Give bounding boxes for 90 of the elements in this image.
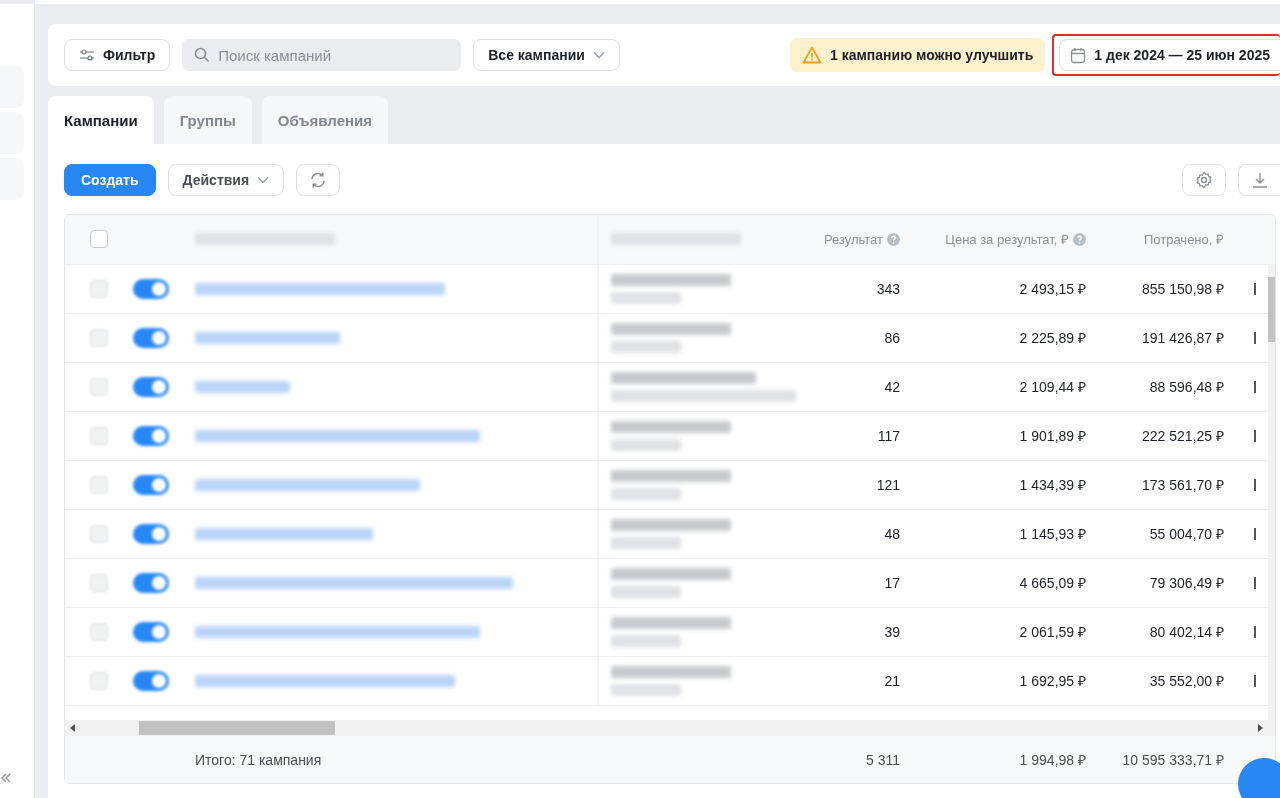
table-cell: 86 [884, 329, 900, 346]
blurred-text [611, 340, 681, 353]
blurred-link[interactable] [195, 527, 373, 540]
table-cell-text: 4 665,09 ₽ [1019, 574, 1086, 593]
table-cell-text: 1 434,39 ₽ [1019, 476, 1086, 495]
blurred-link[interactable] [195, 331, 340, 344]
caret-icon [592, 51, 605, 59]
blurred-text [611, 487, 681, 500]
tab[interactable]: Кампании [48, 96, 154, 144]
toggle-switch[interactable] [133, 278, 169, 299]
download-icon [1250, 171, 1269, 189]
total-value: 1 994,98 ₽ [1019, 751, 1086, 770]
help-icon[interactable] [1073, 232, 1086, 246]
blurred-text [611, 438, 681, 451]
actions-button[interactable]: Действия [167, 164, 285, 196]
table-cell-text: 855 150,98 ₽ [1142, 280, 1224, 299]
create-button[interactable]: Создать [64, 164, 156, 196]
table-cell: 21 [884, 672, 900, 689]
toggle-switch[interactable] [133, 670, 169, 691]
column-edge-mark [1254, 478, 1256, 491]
table-cell: 39 [884, 623, 900, 640]
toggle-switch[interactable] [133, 425, 169, 446]
blurred-link[interactable] [195, 282, 445, 295]
blurred-link[interactable] [195, 478, 420, 491]
total-value: 10 595 333,71 ₽ [1122, 751, 1224, 770]
refresh-button[interactable] [296, 164, 341, 196]
table-cell-text: 2 225,89 ₽ [1019, 329, 1086, 348]
table-cell-text: 2 493,15 ₽ [1019, 280, 1086, 299]
blurred-text [611, 291, 681, 304]
download-button[interactable] [1238, 164, 1280, 196]
collapse-icon[interactable] [0, 772, 12, 784]
column-edge-mark [1254, 674, 1256, 687]
toggle-switch[interactable] [133, 572, 169, 593]
date-range-button[interactable]: 1 дек 2024 — 25 июн 2025 [1059, 39, 1280, 71]
calendar-icon [1070, 46, 1087, 64]
vertical-scrollbar[interactable] [1268, 264, 1275, 721]
table-cell-text: 173 561,70 ₽ [1142, 476, 1224, 495]
blurred-link[interactable] [195, 429, 480, 442]
toggle-switch[interactable] [133, 327, 169, 348]
blurred-text [611, 536, 681, 549]
table-cell-text: 79 306,49 ₽ [1149, 574, 1224, 593]
select-all-checkbox[interactable] [90, 230, 108, 249]
table-cell-text: 55 004,70 ₽ [1149, 525, 1224, 544]
table-cell-text: 88 596,48 ₽ [1149, 378, 1224, 397]
table-cell-text: 191 426,87 ₽ [1142, 329, 1224, 348]
table-cell-text: 1 145,93 ₽ [1019, 525, 1086, 544]
blurred-link[interactable] [195, 576, 513, 589]
table-cell-text: 80 402,14 ₽ [1149, 623, 1224, 642]
caret-icon [257, 176, 270, 184]
improvement-notice[interactable]: 1 кампанию можно улучшить [790, 38, 1046, 72]
blurred-text [611, 585, 681, 598]
column-edge-mark [1254, 527, 1256, 540]
horizontal-scrollbar[interactable] [65, 720, 1275, 737]
table-cell-text: 2 061,59 ₽ [1019, 623, 1086, 642]
toggle-switch[interactable] [133, 523, 169, 544]
search-field[interactable]: Поиск кампаний [182, 39, 462, 71]
table-cell-text: 2 109,44 ₽ [1019, 378, 1086, 397]
column-edge-mark [1254, 429, 1256, 442]
toggle-switch[interactable] [133, 376, 169, 397]
table-cell: 117 [877, 427, 900, 444]
column-edge-mark [1254, 625, 1256, 638]
blurred-text [611, 634, 681, 647]
table-cell: 343 [876, 280, 900, 297]
total-value: 5 311 [866, 751, 900, 768]
settings-button[interactable] [1182, 164, 1226, 196]
column-edge-mark [1254, 576, 1256, 589]
blurred-link[interactable] [195, 674, 455, 687]
settings-icon [1195, 171, 1213, 189]
total-label: Итого: 71 кампания [195, 751, 322, 768]
filter-button[interactable]: Фильтр [64, 39, 171, 71]
toggle-switch[interactable] [133, 474, 169, 495]
help-icon[interactable] [887, 232, 900, 246]
toggle-switch[interactable] [133, 621, 169, 642]
column-edge-mark [1254, 331, 1256, 344]
table-cell: 48 [884, 525, 900, 542]
table-cell-text: 35 552,00 ₽ [1149, 672, 1224, 691]
sliders-icon [79, 48, 95, 62]
table-cell-text: 1 901,89 ₽ [1019, 427, 1086, 446]
campaign-select[interactable]: Все кампании [473, 39, 620, 71]
table-cell: 121 [876, 476, 900, 493]
blurred-link[interactable] [195, 380, 290, 393]
column-edge-mark [1254, 380, 1256, 393]
table-cell-text: 1 692,95 ₽ [1019, 672, 1086, 691]
column-edge-mark [1254, 282, 1256, 295]
blurred-text [611, 683, 681, 696]
table-cell: 42 [884, 378, 900, 395]
table-cell-text: 222 521,25 ₽ [1142, 427, 1224, 446]
table-cell: 17 [884, 574, 900, 591]
warning-icon [802, 46, 822, 64]
blurred-link[interactable] [195, 625, 480, 638]
